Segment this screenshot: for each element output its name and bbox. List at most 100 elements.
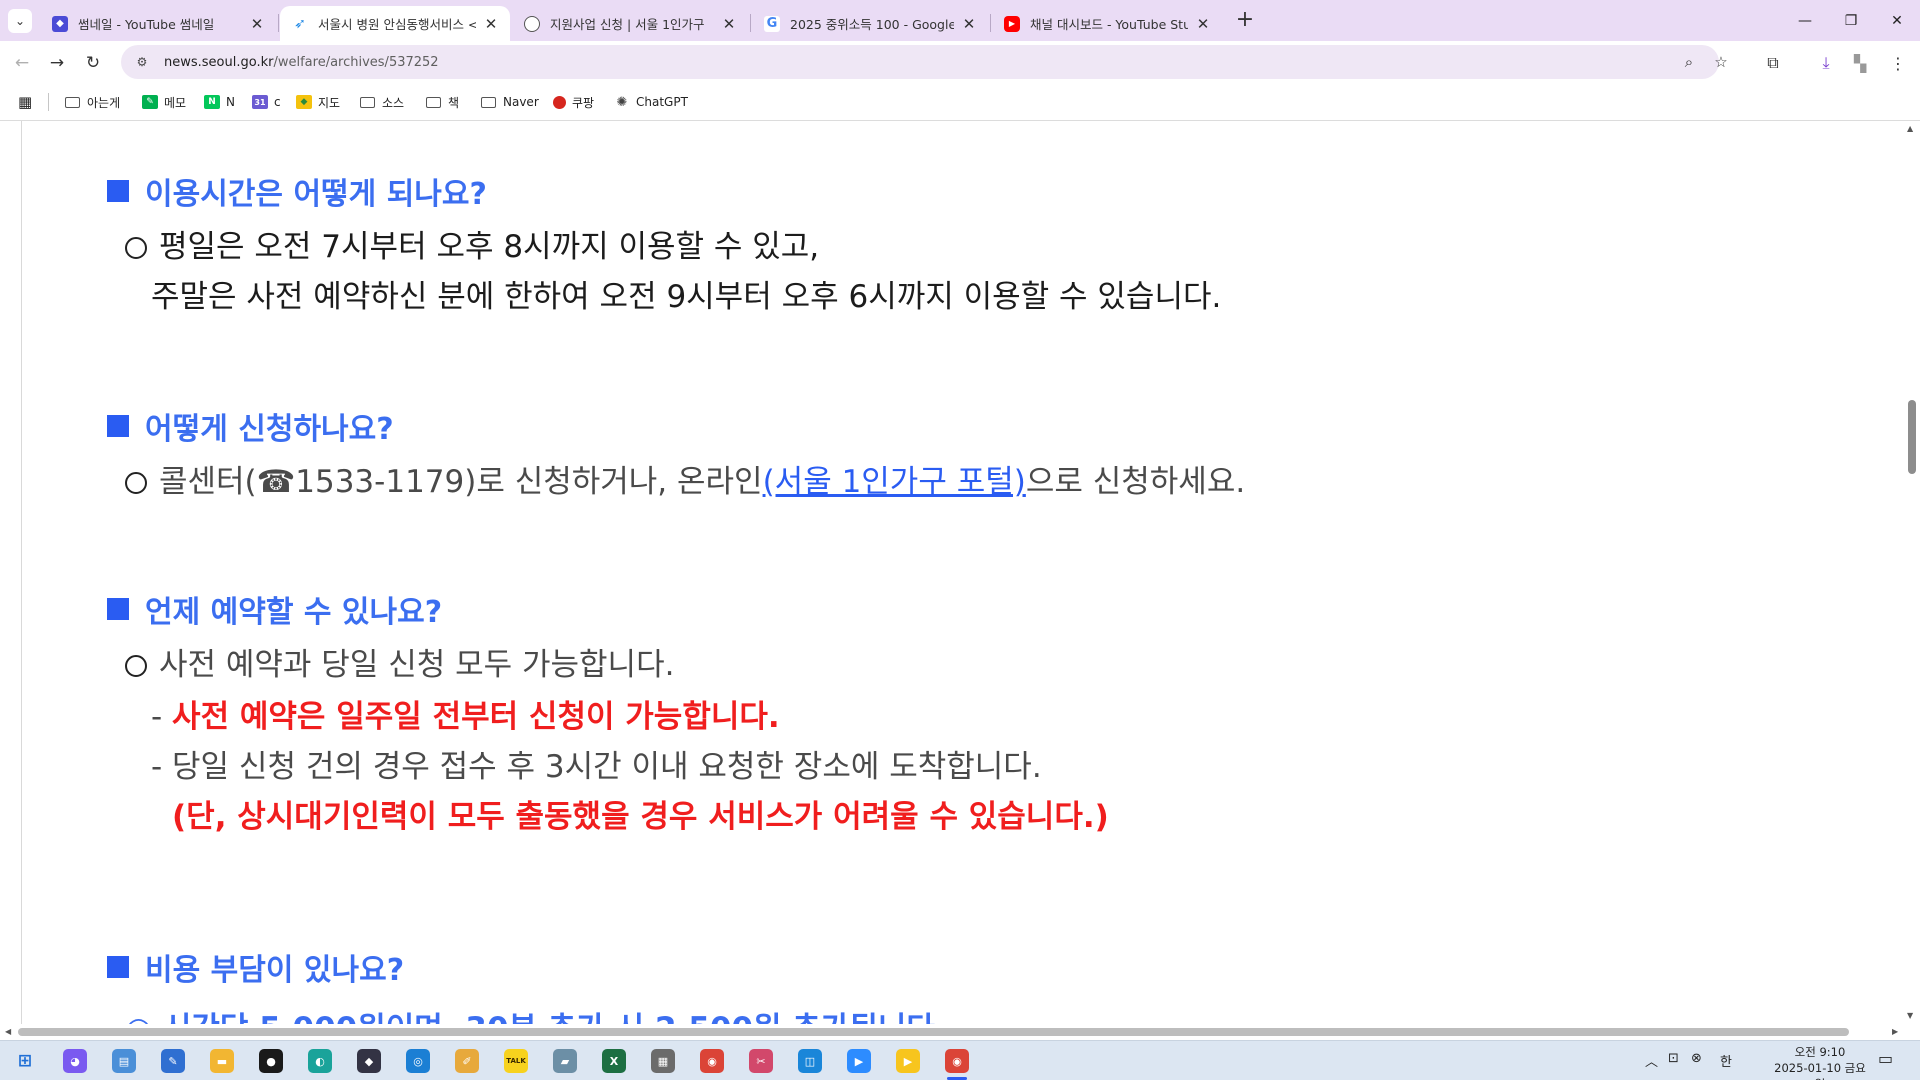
zoom-icon[interactable]: ⌕ [1679,53,1699,71]
ime-indicator[interactable]: 한 [1720,1051,1732,1070]
tab-thumbnail[interactable]: ◆ 썸네일 - YouTube 썸네일 ✕ [40,6,276,41]
edge-dev-icon[interactable]: ◐ [308,1049,332,1073]
close-icon[interactable]: ✕ [482,15,500,33]
bookmark-item[interactable]: NN [204,92,235,112]
reload-button[interactable]: ↻ [79,49,107,77]
taskbar-app-glyph: ◎ [413,1054,423,1068]
chrome-icon[interactable]: ◉ [700,1049,724,1073]
taskbar-clock[interactable]: 오전 9:10 2025-01-10 금요일 [1773,1044,1867,1080]
chrome-icon[interactable]: ◉ [945,1049,969,1080]
excel-icon[interactable]: X [602,1049,626,1073]
scroll-down-icon[interactable]: ▼ [1907,1011,1913,1020]
vertical-scroll-thumb[interactable] [1908,400,1916,474]
horizontal-scrollbar[interactable]: ◀ ▶ [0,1024,1920,1040]
bookmark-label: 쿠팡 [572,95,595,110]
taskbar-app-glyph: ● [266,1054,276,1068]
paint-icon[interactable]: ✐ [455,1049,479,1073]
edge-icon[interactable]: ◎ [406,1049,430,1073]
downloads-button[interactable]: ⤓ [1812,49,1840,77]
app-icon[interactable]: ▰ [553,1049,577,1073]
folder-icon[interactable]: ▬ [210,1049,234,1073]
folder-icon [481,96,496,108]
scroll-up-icon[interactable]: ▲ [1907,124,1913,133]
notes-app-icon[interactable]: ✎ [161,1049,185,1073]
site-settings-icon[interactable]: ⚙ [132,52,152,72]
snipping-tool-icon[interactable]: ✂ [749,1049,773,1073]
taskbar-app-glyph: ▬ [216,1054,228,1068]
plus-icon: + [1235,7,1255,32]
url-text[interactable]: news.seoul.go.kr/welfare/archives/537252 [164,55,439,70]
bookmark-folder[interactable]: 아는게 [65,92,120,112]
bookmark-label: Naver [503,95,539,109]
tray-status-icon[interactable]: ⊗ [1691,1051,1702,1066]
taskbar-app-glyph: ▰ [560,1054,570,1068]
horizontal-scroll-thumb[interactable] [18,1028,1849,1036]
close-icon[interactable]: ✕ [720,15,738,33]
menu-button[interactable]: ⋮ [1884,49,1912,77]
seoul-single-household-portal-link[interactable]: (서울 1인가구 포털) [763,464,1026,500]
paragraph-text: 으로 신청하세요. [1025,464,1246,500]
apps-button[interactable]: ▦ [18,92,32,112]
vertical-scrollbar[interactable]: ▲ ▼ [1903,121,1920,1024]
copilot-icon[interactable]: ◕ [63,1049,87,1073]
paragraph-text: 평일은 오전 7시부터 오후 8시까지 이용할 수 있고, [159,229,820,265]
start-button[interactable]: ⊞ [13,1049,37,1073]
close-window-button[interactable]: ✕ [1874,0,1920,41]
close-icon[interactable]: ✕ [960,15,978,33]
new-tab-button[interactable]: + [1232,8,1258,34]
bookmark-item[interactable]: 쿠팡 [553,92,594,112]
back-button[interactable]: ← [8,49,36,77]
minimize-button[interactable]: — [1782,0,1828,41]
same-day-note: - 당일 신청 건의 경우 접수 후 3시간 이내 요청한 장소에 도착합니다. [151,741,1042,786]
restore-button[interactable]: ❐ [1828,0,1874,41]
tray-overflow-icon[interactable]: ︿ [1645,1051,1658,1070]
bookmark-folder[interactable]: Naver [481,92,539,112]
tab-support-program[interactable]: 지원사업 신청 | 서울 1인가구 ✕ [512,6,748,41]
paragraph-text: 사전 예약과 당일 신청 모두 가능합니다. [159,647,675,683]
more-vert-icon: ⋮ [1890,53,1906,73]
close-icon[interactable]: ✕ [1194,15,1212,33]
store-icon[interactable]: ◫ [798,1049,822,1073]
close-icon[interactable]: ✕ [248,15,266,33]
tray-app-icon[interactable]: ⊡ [1668,1051,1679,1066]
hours-weekend-line: 주말은 사전 예약하신 분에 한하여 오전 9시부터 오후 6시까지 이용할 수… [151,271,1221,316]
kakao-player-icon[interactable]: ▶ [896,1049,920,1073]
tab-google-search[interactable]: G 2025 중위소득 100 - Google 검 ✕ [752,6,988,41]
taskbar-app-glyph: TALK [506,1057,526,1065]
profile-button[interactable]: ▚ [1846,49,1874,77]
scroll-left-icon[interactable]: ◀ [5,1027,11,1036]
kakaotalk-icon[interactable]: TALK [504,1049,528,1073]
coupang-icon [553,95,566,109]
bookmarks-divider [48,93,49,111]
bookmarks-bar: ▦ 아는게 ✎ 메모 NN 31 c ◆ 지도 소스 책 Naver 쿠팡 ✺ Chat… [0,83,1920,121]
tab-search-button[interactable]: ⌄ [8,9,32,33]
bookmark-item[interactable]: ✺ ChatGPT [614,92,688,112]
hours-weekday-line: 평일은 오전 7시부터 오후 8시까지 이용할 수 있고, [125,221,819,266]
bookmark-item[interactable]: ✎ 메모 [142,92,186,112]
forward-button[interactable]: → [43,49,71,77]
bookmark-item[interactable]: ◆ 지도 [296,92,340,112]
file-manager-icon[interactable]: ▤ [112,1049,136,1073]
scroll-right-icon[interactable]: ▶ [1892,1027,1898,1036]
tab-divider [278,14,279,32]
tab-divider [990,14,991,32]
bookmark-star-icon[interactable]: ☆ [1711,53,1731,71]
notification-icon[interactable]: ▭ [1878,1049,1893,1068]
tab-seoul-hospital[interactable]: ➶ 서울시 병원 안심동행서비스 < ✕ [280,6,510,41]
bookmark-label: 지도 [318,95,341,110]
davinci-icon[interactable]: ◆ [357,1049,381,1073]
reservation-line: 사전 예약과 당일 신청 모두 가능합니다. [125,639,674,684]
naver-icon: N [204,95,220,109]
record-icon[interactable]: ● [259,1049,283,1073]
extensions-button[interactable]: ⧉ [1759,49,1787,77]
bookmark-item[interactable]: 31 c [252,92,281,112]
bookmark-folder[interactable]: 책 [426,92,459,112]
calculator-icon[interactable]: ▦ [651,1049,675,1073]
tab-youtube-studio[interactable]: ▶ 채널 대시보드 - YouTube Studi ✕ [992,6,1222,41]
tab-title: 채널 대시보드 - YouTube Studi [1030,17,1188,32]
paragraph-text: 콜센터(☎1533-1179)로 신청하거나, 온라인 [159,464,763,500]
zoom-icon[interactable]: ▶ [847,1049,871,1073]
address-bar[interactable]: ⚙ news.seoul.go.kr/welfare/archives/5372… [121,45,1728,79]
bookmark-folder[interactable]: 소스 [360,92,404,112]
url-path: /welfare/archives/537252 [273,54,439,70]
